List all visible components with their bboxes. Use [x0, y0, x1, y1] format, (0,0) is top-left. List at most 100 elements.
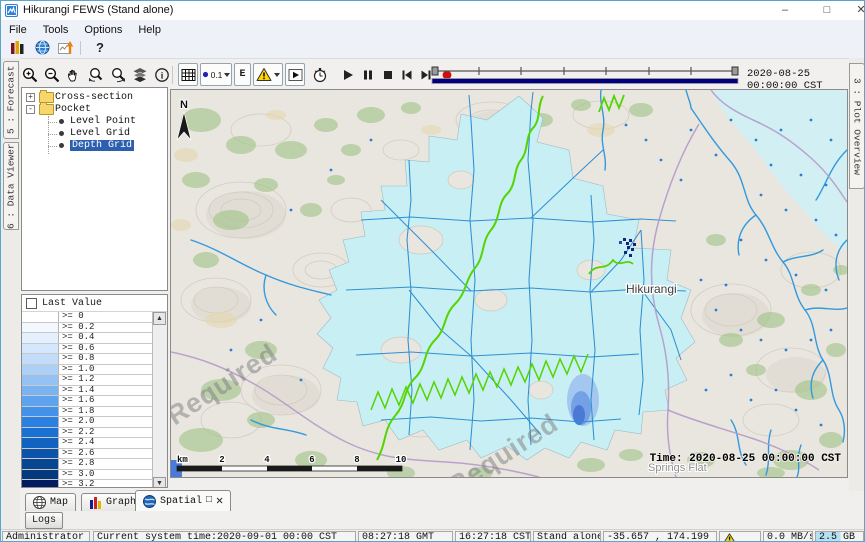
tree-item-pocket[interactable]: - Pocket: [22, 103, 167, 115]
timeline-handle-end[interactable]: [732, 67, 738, 75]
legend-row[interactable]: >= 3.2: [22, 480, 153, 488]
tree-guide-line: [48, 134, 57, 135]
tree-guide-line: [48, 146, 57, 147]
legend-row[interactable]: >= 0.8: [22, 354, 153, 365]
step-to-start-button[interactable]: [398, 63, 416, 86]
play-button[interactable]: [339, 63, 357, 86]
map-time-label: Time: 2020-08-25 00:00:00 CST: [650, 453, 842, 465]
tree-item-label: Level Grid: [70, 128, 130, 139]
pan-button[interactable]: [63, 63, 85, 86]
legend-title: Last Value: [42, 298, 102, 309]
help-button[interactable]: ?: [89, 39, 111, 56]
menu-item[interactable]: Tools: [35, 23, 77, 37]
layer-bullet-icon: [59, 143, 64, 148]
legend-swatch: [22, 470, 59, 480]
layer-tree-panel: + Cross-section - Pocket Level Point Lev…: [21, 87, 168, 291]
grid-icon: [181, 68, 196, 82]
legend-swatch: [22, 396, 59, 406]
legend-swatch: [22, 480, 59, 488]
float-panel-icon[interactable]: □: [206, 496, 212, 506]
database-button[interactable]: [6, 39, 28, 56]
menu-item[interactable]: File: [1, 23, 35, 37]
stop-button[interactable]: [379, 63, 397, 86]
layers-button[interactable]: [129, 63, 151, 86]
info-button[interactable]: i: [151, 63, 173, 86]
close-button[interactable]: ✕: [847, 1, 865, 19]
timeline-slider[interactable]: [428, 64, 742, 90]
timeseries-button[interactable]: [55, 39, 77, 56]
expand-icon[interactable]: +: [26, 93, 35, 102]
close-panel-icon[interactable]: ✕: [216, 496, 223, 506]
animation-settings-button[interactable]: [309, 63, 331, 86]
legend-row[interactable]: >= 2.0: [22, 417, 153, 428]
animation-panel-button[interactable]: [285, 63, 305, 86]
contour-interval-dropdown[interactable]: 0.1: [200, 63, 232, 86]
scroll-down-icon[interactable]: ▼: [153, 477, 166, 488]
scroll-up-icon[interactable]: ▲: [153, 312, 166, 325]
grid-display-button[interactable]: [178, 63, 198, 86]
info-icon: i: [154, 67, 170, 83]
status-alert-cell[interactable]: [719, 531, 761, 542]
legend-row[interactable]: >= 1.2: [22, 375, 153, 386]
zoom-next-button[interactable]: [107, 63, 129, 86]
globe-icon: [35, 40, 50, 55]
logs-button[interactable]: Logs: [25, 512, 63, 529]
zoom-out-button[interactable]: [41, 63, 63, 86]
tab-data-viewer[interactable]: 6 : Data Viewer: [3, 142, 19, 230]
tree-item-level-grid[interactable]: Level Grid: [22, 128, 167, 140]
legend-header: Last Value: [22, 295, 167, 312]
layer-bullet-icon: [59, 131, 64, 136]
collapse-icon[interactable]: -: [26, 105, 35, 114]
legend-swatch: [22, 386, 59, 396]
map-display-button[interactable]: [31, 39, 53, 56]
svg-text:10: 10: [396, 455, 407, 465]
tab-forecast[interactable]: 5 : Forecast: [3, 61, 19, 139]
legend-swatch: [22, 344, 59, 354]
tab-spatial[interactable]: Spatial □ ✕: [135, 490, 231, 511]
legend-label: >= 0.4: [59, 333, 153, 343]
timeline-span-bar[interactable]: [432, 79, 738, 84]
timeline-handle-start[interactable]: [432, 67, 438, 75]
legend-swatch: [22, 312, 59, 322]
tree-item-label: Pocket: [55, 104, 91, 115]
globe-icon: [33, 496, 46, 509]
zoom-in-button[interactable]: [19, 63, 41, 86]
legend-label: >= 3.2: [59, 480, 153, 488]
tab-label: Spatial: [160, 496, 202, 507]
tree-item-level-point[interactable]: Level Point: [22, 115, 167, 127]
tab-plot-overview[interactable]: 3 : Plot Overview: [849, 63, 865, 189]
legend-row[interactable]: >= 2.4: [22, 438, 153, 449]
tab-map[interactable]: Map: [25, 493, 76, 511]
chevron-down-icon: [224, 73, 230, 77]
svg-text:2: 2: [219, 455, 224, 465]
legend-swatch: [22, 407, 59, 417]
legend-row[interactable]: >= 0.4: [22, 333, 153, 344]
legend-label: >= 2.6: [59, 449, 153, 459]
legend-swatch: [22, 449, 59, 459]
maximize-button[interactable]: □: [813, 1, 841, 19]
last-value-checkbox[interactable]: [26, 298, 37, 309]
legend-row[interactable]: >= 1.6: [22, 396, 153, 407]
application-window: Hikurangi FEWS (Stand alone) – □ ✕ FileT…: [0, 0, 865, 542]
pause-button[interactable]: [359, 63, 377, 86]
legend-label: >= 0.6: [59, 344, 153, 354]
stop-icon: [382, 69, 394, 81]
toolbar-separator: [80, 41, 81, 55]
svg-text:km: km: [177, 455, 188, 465]
map-canvas[interactable]: API Key Required API Key Required N km 2…: [170, 89, 848, 478]
minimize-button[interactable]: –: [771, 1, 799, 19]
legend-label: >= 2.2: [59, 428, 153, 438]
window-title: Hikurangi FEWS (Stand alone): [23, 4, 173, 16]
legend-row[interactable]: >= 0: [22, 312, 153, 323]
legend-swatch: [22, 428, 59, 438]
zoom-previous-icon: [88, 67, 104, 83]
tree-item-depth-grid[interactable]: Depth Grid: [22, 140, 167, 152]
zoom-previous-button[interactable]: [85, 63, 107, 86]
chart-up-icon: [58, 40, 74, 55]
menu-item[interactable]: Options: [76, 23, 130, 37]
menu-item[interactable]: Help: [130, 23, 169, 37]
legend-toggle-button[interactable]: E: [234, 63, 251, 86]
legend-row[interactable]: >= 2.8: [22, 459, 153, 470]
legend-scrollbar[interactable]: ▲ ▼: [152, 312, 167, 488]
thresholds-dropdown[interactable]: [253, 63, 283, 86]
